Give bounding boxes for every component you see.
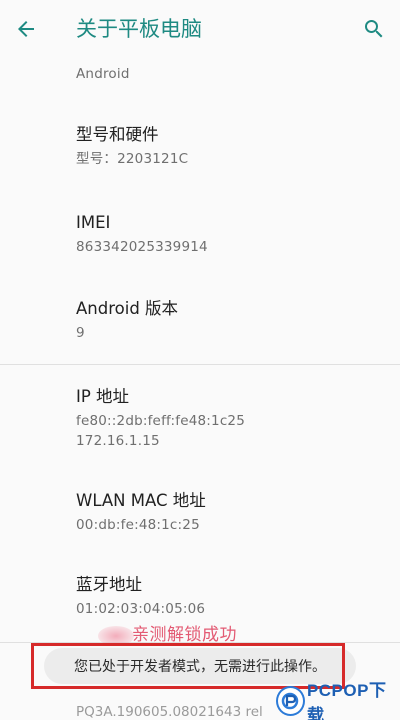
list-item-imei[interactable]: IMEI 863342025339914 — [76, 212, 386, 257]
item-title: Android 版本 — [76, 299, 179, 318]
list-item-ip-address[interactable]: IP 地址 fe80::2db:feff:fe48:1c25 172.16.1.… — [76, 386, 386, 451]
item-summary-line: fe80::2db:feff:fe48:1c25 — [76, 413, 246, 429]
section-divider — [0, 364, 400, 365]
item-summary: 863342025339914 — [76, 239, 208, 255]
highlight-frame — [31, 643, 345, 689]
page-title: 关于平板电脑 — [76, 17, 202, 41]
pcpop-logo-icon — [276, 686, 305, 716]
item-summary-line: 172.16.1.15 — [76, 433, 160, 449]
item-title: 型号和硬件 — [76, 125, 159, 144]
item-title: 蓝牙地址 — [76, 575, 142, 594]
search-button[interactable] — [356, 11, 392, 47]
site-logo: PCPOP下载 — [276, 681, 400, 720]
list-item-model-hardware[interactable]: 型号和硬件 型号：2203121C — [76, 124, 386, 169]
item-summary: 01:02:03:04:05:06 — [76, 601, 206, 617]
item-summary: Android — [76, 66, 130, 82]
item-title: IMEI — [76, 213, 111, 232]
search-icon — [365, 20, 383, 38]
arrow-left-icon — [18, 21, 34, 37]
list-item-bluetooth-address[interactable]: 蓝牙地址 01:02:03:04:05:06 — [76, 574, 386, 619]
item-title: IP 地址 — [76, 387, 130, 406]
item-summary: 型号：2203121C — [76, 151, 189, 167]
list-item-android-version[interactable]: Android 版本 9 — [76, 298, 386, 343]
app-bar: 关于平板电脑 — [0, 0, 400, 58]
item-title: WLAN MAC 地址 — [76, 491, 206, 510]
list-item-android[interactable]: Android — [76, 64, 386, 84]
logo-text: PCPOP下载 — [306, 681, 387, 720]
build-number-summary: PQ3A.190605.08021643 rel — [76, 704, 263, 720]
item-summary: 9 — [76, 325, 85, 341]
back-button[interactable] — [8, 11, 44, 47]
item-summary: 00:db:fe:48:1c:25 — [76, 517, 200, 533]
list-item-wlan-mac[interactable]: WLAN MAC 地址 00:db:fe:48:1c:25 — [76, 490, 386, 535]
